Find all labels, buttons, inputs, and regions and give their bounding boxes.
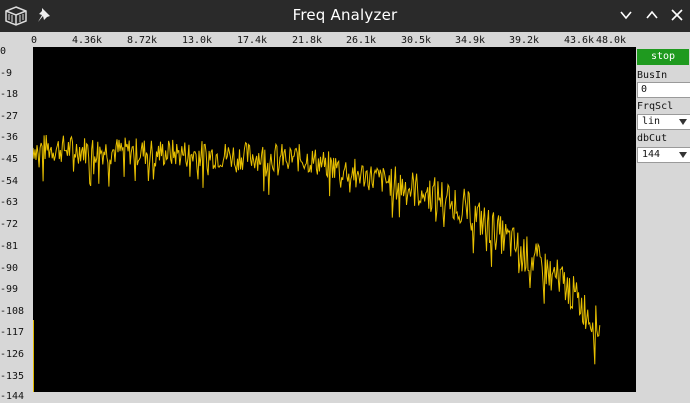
y-tick-label: -54 <box>0 176 19 187</box>
x-tick-label: 0 <box>31 35 38 46</box>
spectrum-canvas <box>32 134 601 365</box>
dropdown-arrow-icon <box>679 119 687 125</box>
dropdown-arrow-icon <box>679 152 687 158</box>
title-bar: Freq Analyzer <box>0 0 690 32</box>
window-title: Freq Analyzer <box>292 6 398 24</box>
y-tick-label: -144 <box>0 391 25 402</box>
x-tick-label: 43.6k <box>563 35 595 46</box>
y-tick-label: -27 <box>0 111 19 122</box>
y-tick-label: -99 <box>0 284 19 295</box>
frqscl-value: lin <box>642 116 661 127</box>
x-tick-label: 48.0k <box>595 35 627 46</box>
x-tick-label: 26.1k <box>345 35 377 46</box>
x-tick-label: 30.5k <box>400 35 432 46</box>
x-tick-label: 13.0k <box>181 35 213 46</box>
y-tick-label: -117 <box>0 327 25 338</box>
frqscl-select[interactable]: lin <box>637 114 690 130</box>
chevron-up-icon[interactable] <box>645 9 659 21</box>
y-tick-label: -45 <box>0 154 19 165</box>
dbcut-value: 144 <box>642 149 661 160</box>
y-tick-label: -72 <box>0 219 19 230</box>
y-tick-label: -63 <box>0 197 19 208</box>
dbcut-label: dbCut <box>637 133 668 144</box>
x-tick-label: 17.4k <box>236 35 268 46</box>
y-tick-label: -9 <box>0 68 13 79</box>
x-tick-label: 4.36k <box>71 35 103 46</box>
busin-label: BusIn <box>637 70 668 81</box>
busin-input[interactable]: 0 <box>637 82 690 98</box>
y-tick-label: -90 <box>0 263 19 274</box>
level-marker <box>33 320 34 392</box>
y-tick-label: -36 <box>0 132 19 143</box>
x-tick-label: 21.8k <box>291 35 323 46</box>
spectrum-plot[interactable] <box>32 47 636 392</box>
frqscl-label: FrqScl <box>637 101 674 112</box>
chevron-down-icon[interactable] <box>619 9 633 21</box>
y-tick-label: -126 <box>0 349 25 360</box>
x-tick-label: 8.72k <box>126 35 158 46</box>
x-tick-label: 34.9k <box>454 35 486 46</box>
y-tick-label: -135 <box>0 371 25 382</box>
y-tick-label: -81 <box>0 241 19 252</box>
stop-button[interactable]: stop <box>637 49 689 65</box>
x-tick-label: 39.2k <box>508 35 540 46</box>
y-tick-label: -108 <box>0 306 25 317</box>
y-tick-label: 0 <box>0 46 7 57</box>
close-icon[interactable] <box>670 8 684 22</box>
spectrum-trace <box>32 134 601 365</box>
dbcut-select[interactable]: 144 <box>637 147 690 163</box>
y-tick-label: -18 <box>0 89 19 100</box>
